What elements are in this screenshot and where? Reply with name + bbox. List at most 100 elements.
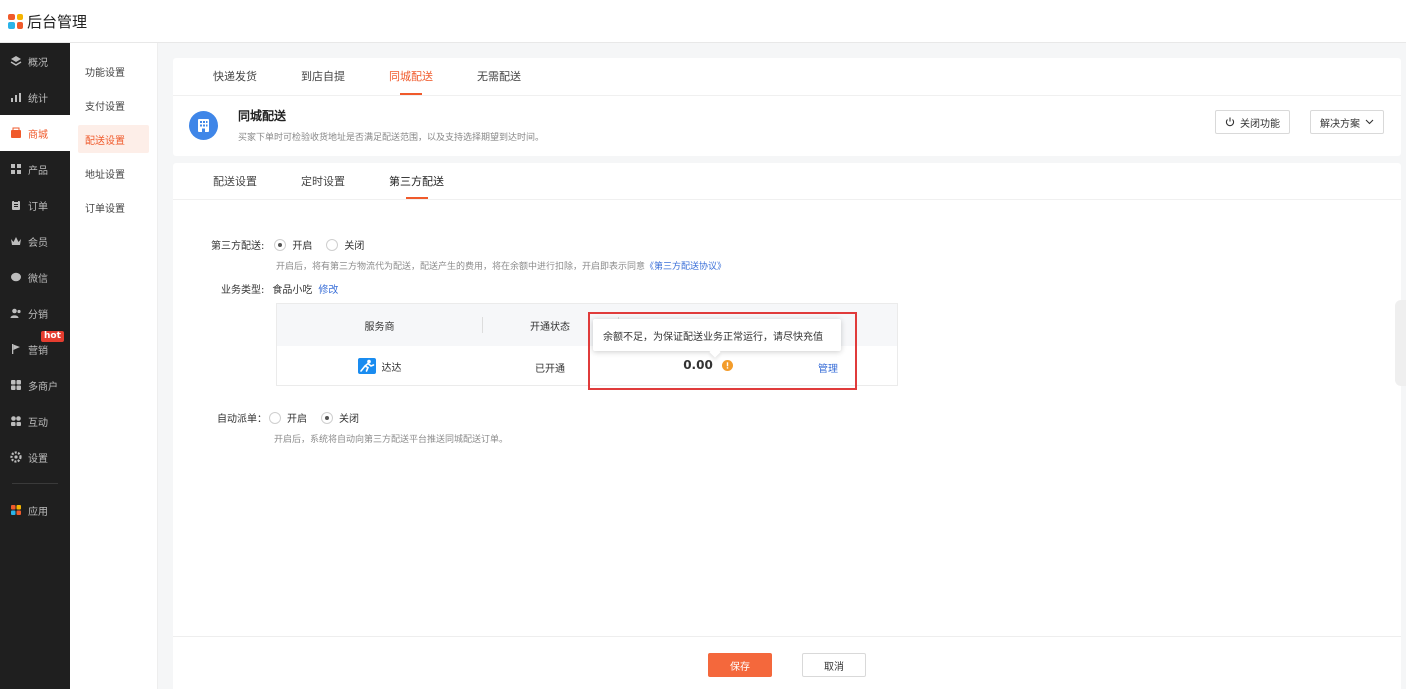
nav-label: 营销	[28, 345, 48, 357]
nav-label: 概况	[28, 57, 48, 69]
building-icon	[189, 110, 218, 140]
business-type-row: 业务类型: 食品小吃 修改	[221, 281, 338, 296]
nav-label: 互动	[28, 417, 48, 429]
nav-label: 商城	[28, 129, 48, 141]
hot-badge: hot	[41, 331, 64, 342]
third-party-hint: 开启后，将有第三方物流代为配送，配送产生的费用，将在余额中进行扣除，开启即表示同…	[276, 259, 726, 272]
low-balance-tooltip: 余额不足，为保证配送业务正常运行，请尽快充值	[593, 319, 841, 351]
auto-dispatch-on-radio[interactable]: 开启	[269, 410, 307, 425]
nav-item-multi-merchant[interactable]: 多商户	[0, 367, 70, 403]
radio-dot	[326, 238, 339, 251]
provider-name: 达达	[381, 362, 402, 374]
nav-item-interaction[interactable]: 互动	[0, 403, 70, 439]
solution-label: 解决方案	[1320, 118, 1360, 130]
delivery-method-card: 快递发货 到店自提 同城配送 无需配送 同城配送 买家下单时可检验收货地址是否满…	[173, 58, 1401, 156]
users-icon	[9, 307, 22, 320]
tab-pickup[interactable]: 到店自提	[279, 58, 367, 95]
table-row: 达达 已开通 0.00 管理	[277, 346, 897, 386]
nav-item-wechat[interactable]: 微信	[0, 259, 70, 295]
nav-label: 设置	[28, 453, 48, 465]
nav-label: 产品	[28, 165, 48, 177]
power-icon	[1225, 117, 1235, 127]
business-type-value: 食品小吃	[272, 285, 313, 296]
close-feature-button[interactable]: 关闭功能	[1215, 110, 1290, 134]
agreement-link[interactable]: 《第三方配送协议》	[645, 262, 726, 272]
feature-title: 同城配送	[238, 109, 287, 123]
nav-label: 应用	[28, 506, 48, 518]
warning-info-icon[interactable]	[721, 359, 733, 371]
submenu-item-payment-settings[interactable]: 支付设置	[78, 91, 149, 119]
submenu-item-feature-settings[interactable]: 功能设置	[78, 57, 149, 85]
submenu-item-address-settings[interactable]: 地址设置	[78, 159, 149, 187]
nav-item-marketing[interactable]: hot 营销	[0, 331, 70, 367]
primary-sidebar: 概况 统计 商城 产品 订单 会员 微信 分销 hot 营销 多商户 互动 设置…	[0, 43, 70, 689]
tab-local-delivery[interactable]: 同城配送	[367, 58, 455, 95]
wechat-icon	[9, 271, 22, 284]
nav-divider	[12, 483, 58, 484]
nav-label: 多商户	[28, 381, 58, 393]
radio-label: 关闭	[339, 414, 359, 425]
interact-icon	[9, 415, 22, 428]
third-party-delivery-card: 配送设置 定时设置 第三方配送 第三方配送: 开启 关闭 开启后，将有第三方物流…	[173, 163, 1401, 689]
nav-label: 会员	[28, 237, 48, 249]
save-button[interactable]: 保存	[708, 653, 772, 677]
auto-dispatch-hint: 开启后，系统将自动向第三方配送平台推送同城配送订单。	[274, 435, 509, 445]
radio-dot	[274, 238, 287, 251]
shop-icon	[9, 127, 22, 140]
business-type-label: 业务类型:	[221, 285, 265, 296]
nav-label: 统计	[28, 93, 48, 105]
footer-bar: 保存 取消	[173, 636, 1401, 689]
tab-delivery-settings[interactable]: 配送设置	[191, 163, 279, 199]
nav-item-stats[interactable]: 统计	[0, 79, 70, 115]
tab-no-delivery[interactable]: 无需配送	[455, 58, 543, 95]
solution-dropdown[interactable]: 解决方案	[1310, 110, 1384, 134]
hint-text: 开启后，将有第三方物流代为配送，配送产生的费用，将在余额中进行扣除，开启即表示同…	[276, 262, 646, 272]
apps-icon	[9, 504, 22, 517]
auto-dispatch-off-radio[interactable]: 关闭	[321, 410, 359, 425]
nav-label: 分销	[28, 309, 48, 321]
status-cell: 已开通	[535, 364, 565, 375]
gear-icon	[9, 451, 22, 464]
tab-express[interactable]: 快递发货	[191, 58, 279, 95]
app-title: 后台管理	[27, 12, 88, 31]
third-party-row: 第三方配送: 开启 关闭	[211, 237, 378, 252]
nav-item-settings[interactable]: 设置	[0, 439, 70, 475]
provider-cell: 达达	[277, 358, 482, 374]
tab-third-party-delivery[interactable]: 第三方配送	[367, 163, 466, 199]
top-bar: 后台管理	[0, 0, 1406, 43]
submenu-item-order-settings[interactable]: 订单设置	[78, 193, 149, 221]
feature-header: 同城配送 买家下单时可检验收货地址是否满足配送范围，以及支持选择期望到达时间。 …	[173, 96, 1401, 154]
side-scroll-handle[interactable]	[1395, 300, 1406, 386]
grid-icon	[9, 163, 22, 176]
business-type-edit-link[interactable]: 修改	[318, 281, 338, 296]
nav-item-products[interactable]: 产品	[0, 151, 70, 187]
nav-item-apps[interactable]: 应用	[0, 492, 70, 528]
nav-item-members[interactable]: 会员	[0, 223, 70, 259]
manage-link[interactable]: 管理	[798, 360, 858, 375]
crown-icon	[9, 235, 22, 248]
nav-item-shop[interactable]: 商城	[0, 115, 70, 151]
nav-item-orders[interactable]: 订单	[0, 187, 70, 223]
nav-label: 订单	[28, 201, 48, 213]
layers-icon	[9, 55, 22, 68]
secondary-sidebar: 功能设置 支付设置 配送设置 地址设置 订单设置	[70, 43, 158, 689]
nav-item-distribution[interactable]: 分销	[0, 295, 70, 331]
third-party-off-radio[interactable]: 关闭	[326, 237, 364, 252]
tab-schedule-settings[interactable]: 定时设置	[279, 163, 367, 199]
radio-dot	[269, 411, 281, 424]
radio-dot	[321, 411, 333, 424]
stats-icon	[9, 91, 22, 104]
cancel-button[interactable]: 取消	[802, 653, 866, 677]
third-party-label: 第三方配送:	[211, 241, 265, 252]
nav-item-overview[interactable]: 概况	[0, 43, 70, 79]
third-party-on-radio[interactable]: 开启	[274, 237, 312, 252]
nav-label: 微信	[28, 273, 48, 285]
stores-icon	[9, 379, 22, 392]
close-feature-label: 关闭功能	[1240, 118, 1280, 130]
flag-icon	[9, 343, 22, 356]
auto-dispatch-label: 自动派单：	[217, 414, 267, 425]
balance-value: 0.00	[683, 358, 713, 372]
submenu-item-delivery-settings[interactable]: 配送设置	[78, 125, 149, 153]
auto-dispatch-row: 自动派单： 开启 关闭	[217, 410, 373, 425]
radio-label: 开启	[287, 414, 307, 425]
